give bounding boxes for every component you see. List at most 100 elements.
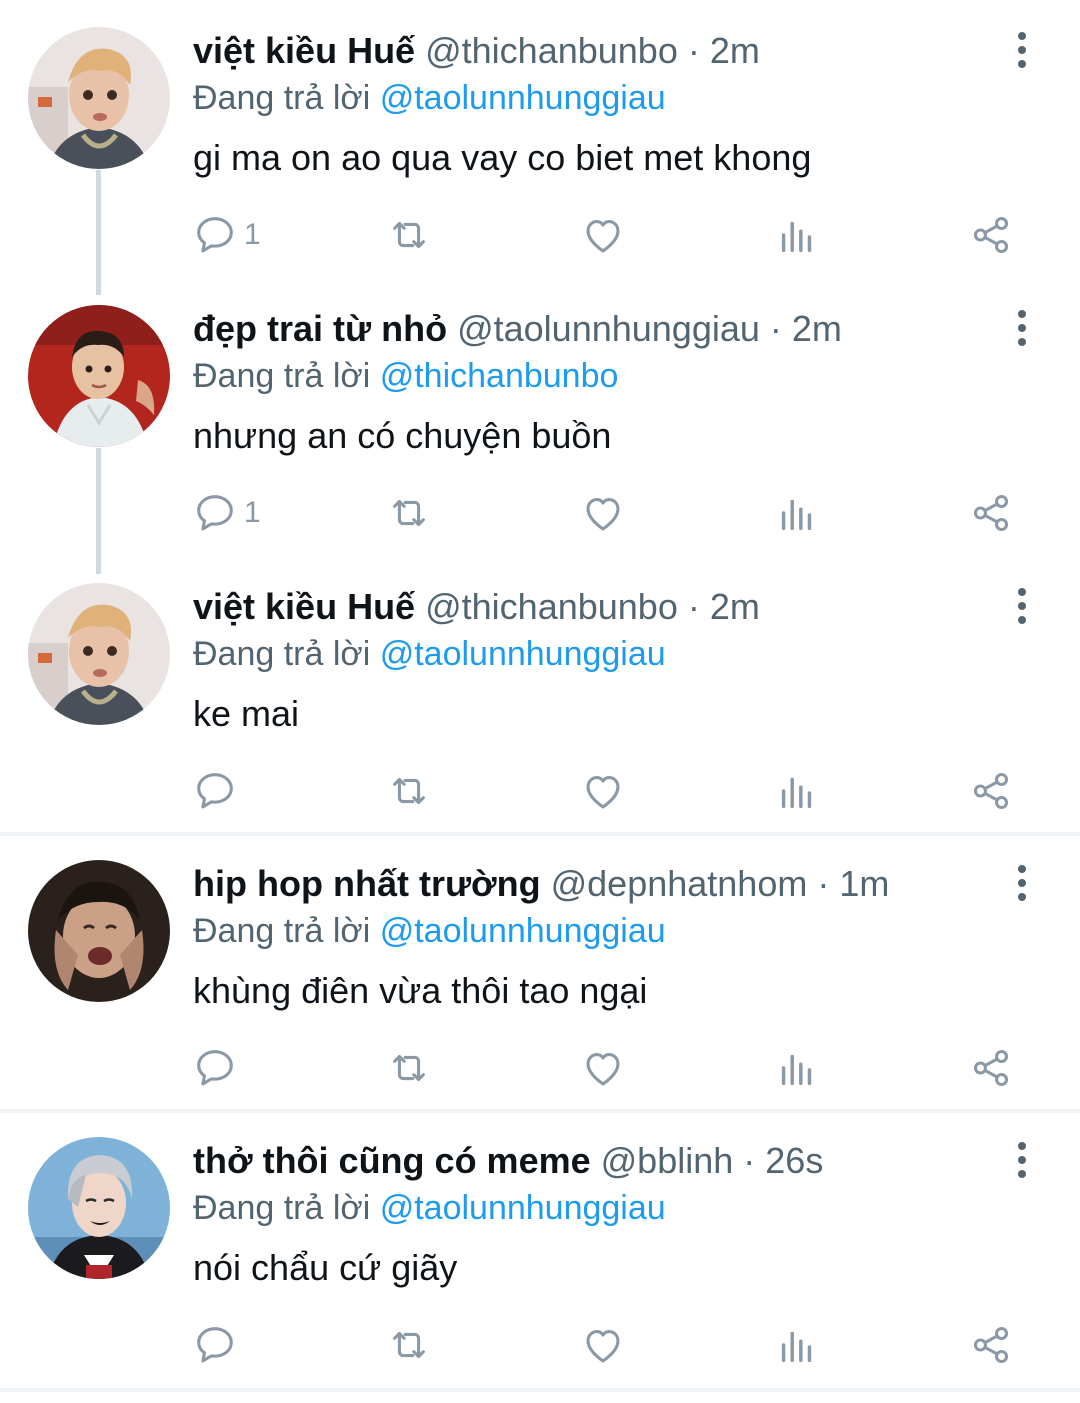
replying-mention[interactable]: @taolunnhunggiau xyxy=(380,79,666,117)
reply-button[interactable] xyxy=(192,1300,244,1390)
timestamp[interactable]: · 2m xyxy=(688,30,760,71)
more-vertical-icon[interactable] xyxy=(1004,308,1040,348)
reply-button[interactable]: 1 xyxy=(192,468,261,558)
reply-icon xyxy=(197,495,233,531)
share-button[interactable] xyxy=(968,190,1014,280)
share-icon xyxy=(973,494,1009,532)
replying-mention[interactable]: @taolunnhunggiau xyxy=(380,1189,666,1227)
reply-count: 1 xyxy=(244,218,261,251)
views-button[interactable] xyxy=(774,1023,820,1113)
handle[interactable]: @taolunnhunggiau xyxy=(457,308,760,349)
share-button[interactable] xyxy=(968,1023,1014,1113)
avatar[interactable] xyxy=(28,1137,170,1279)
retweet-button[interactable] xyxy=(386,1300,432,1390)
avatar-image xyxy=(28,1137,170,1279)
avatar-image xyxy=(28,27,170,169)
like-button[interactable] xyxy=(580,468,626,558)
divider xyxy=(0,1388,1080,1392)
display-name[interactable]: việt kiều Huế xyxy=(193,586,415,627)
more-vertical-icon[interactable] xyxy=(1004,30,1040,70)
replying-mention[interactable]: @taolunnhunggiau xyxy=(380,635,666,673)
tweet-header: đẹp trai từ nhỏ @taolunnhunggiau · 2m xyxy=(193,306,842,352)
display-name[interactable]: hip hop nhất trường xyxy=(193,863,541,904)
action-bar: 1 xyxy=(0,468,1080,558)
heart-icon xyxy=(586,1330,620,1363)
heart-icon xyxy=(586,220,620,253)
handle[interactable]: @depnhatnhom xyxy=(551,863,808,904)
timestamp[interactable]: · 26s xyxy=(743,1140,823,1181)
handle[interactable]: @thichanbunbo xyxy=(425,30,678,71)
reply-icon xyxy=(197,1327,233,1363)
more-vertical-icon[interactable] xyxy=(1004,586,1040,626)
reply-icon xyxy=(197,1050,233,1086)
analytics-icon xyxy=(781,221,812,253)
retweet-button[interactable] xyxy=(386,746,432,836)
replying-to: Đang trả lời @taolunnhunggiau xyxy=(193,908,666,954)
reply-button[interactable]: 1 xyxy=(192,190,261,280)
retweet-button[interactable] xyxy=(386,1023,432,1113)
share-icon xyxy=(973,1049,1009,1087)
timestamp[interactable]: · 2m xyxy=(770,308,842,349)
heart-icon xyxy=(586,1053,620,1086)
reply-icon xyxy=(197,773,233,809)
display-name[interactable]: việt kiều Huế xyxy=(193,30,415,71)
action-bar xyxy=(0,1300,1080,1390)
views-button[interactable] xyxy=(774,190,820,280)
share-button[interactable] xyxy=(968,468,1014,558)
replying-prefix: Đang trả lời xyxy=(193,79,380,117)
replying-prefix: Đang trả lời xyxy=(193,912,380,950)
views-button[interactable] xyxy=(774,468,820,558)
retweet-icon xyxy=(393,777,425,805)
avatar[interactable] xyxy=(28,305,170,447)
handle[interactable]: @bblinh xyxy=(601,1140,734,1181)
timestamp[interactable]: · 1m xyxy=(817,863,889,904)
retweet-icon xyxy=(393,1331,425,1359)
tweet-text: ke mai xyxy=(193,693,300,734)
avatar[interactable] xyxy=(28,27,170,169)
share-icon xyxy=(973,772,1009,810)
tweet-header: hip hop nhất trường @depnhatnhom · 1m xyxy=(193,861,889,907)
views-button[interactable] xyxy=(774,1300,820,1390)
reply-icon xyxy=(197,217,233,253)
tweet[interactable]: hip hop nhất trường @depnhatnhom · 1m Đa… xyxy=(0,833,1080,1109)
tweet-header: việt kiều Huế @thichanbunbo · 2m xyxy=(193,28,760,74)
reply-feed: việt kiều Huế @thichanbunbo · 2m Đang tr… xyxy=(0,0,1080,1403)
timestamp[interactable]: · 2m xyxy=(688,586,760,627)
like-button[interactable] xyxy=(580,746,626,836)
tweet[interactable]: thở thôi cũng có meme @bblinh · 26s Đang… xyxy=(0,1110,1080,1388)
tweet-header: thở thôi cũng có meme @bblinh · 26s xyxy=(193,1138,823,1184)
analytics-icon xyxy=(781,1331,812,1363)
replying-prefix: Đang trả lời xyxy=(193,1189,380,1227)
reply-button[interactable] xyxy=(192,1023,244,1113)
avatar[interactable] xyxy=(28,583,170,725)
tweet-text: gi ma on ao qua vay co biet met khong xyxy=(193,137,812,178)
tweet[interactable]: việt kiều Huế @thichanbunbo · 2m Đang tr… xyxy=(0,556,1080,832)
handle[interactable]: @thichanbunbo xyxy=(425,586,678,627)
views-button[interactable] xyxy=(774,746,820,836)
tweet-text: nói chẩu cứ giãy xyxy=(193,1247,458,1288)
retweet-button[interactable] xyxy=(386,468,432,558)
tweet-text: khùng điên vừa thôi tao ngại xyxy=(193,970,648,1011)
display-name[interactable]: đẹp trai từ nhỏ xyxy=(193,308,447,349)
tweet[interactable]: đẹp trai từ nhỏ @taolunnhunggiau · 2m Đa… xyxy=(0,278,1080,560)
share-icon xyxy=(973,216,1009,254)
replying-mention[interactable]: @taolunnhunggiau xyxy=(380,912,666,950)
like-button[interactable] xyxy=(580,1300,626,1390)
more-vertical-icon[interactable] xyxy=(1004,1140,1040,1180)
replying-to: Đang trả lời @taolunnhunggiau xyxy=(193,75,666,121)
action-bar xyxy=(0,1023,1080,1113)
display-name[interactable]: thở thôi cũng có meme xyxy=(193,1140,591,1181)
share-button[interactable] xyxy=(968,1300,1014,1390)
more-vertical-icon[interactable] xyxy=(1004,863,1040,903)
retweet-button[interactable] xyxy=(386,190,432,280)
heart-icon xyxy=(586,776,620,809)
avatar[interactable] xyxy=(28,860,170,1002)
share-button[interactable] xyxy=(968,746,1014,836)
retweet-icon xyxy=(393,499,425,527)
reply-button[interactable] xyxy=(192,746,244,836)
like-button[interactable] xyxy=(580,1023,626,1113)
tweet[interactable]: việt kiều Huế @thichanbunbo · 2m Đang tr… xyxy=(0,0,1080,282)
replying-to: Đang trả lời @taolunnhunggiau xyxy=(193,1185,666,1231)
replying-mention[interactable]: @thichanbunbo xyxy=(380,357,619,395)
like-button[interactable] xyxy=(580,190,626,280)
